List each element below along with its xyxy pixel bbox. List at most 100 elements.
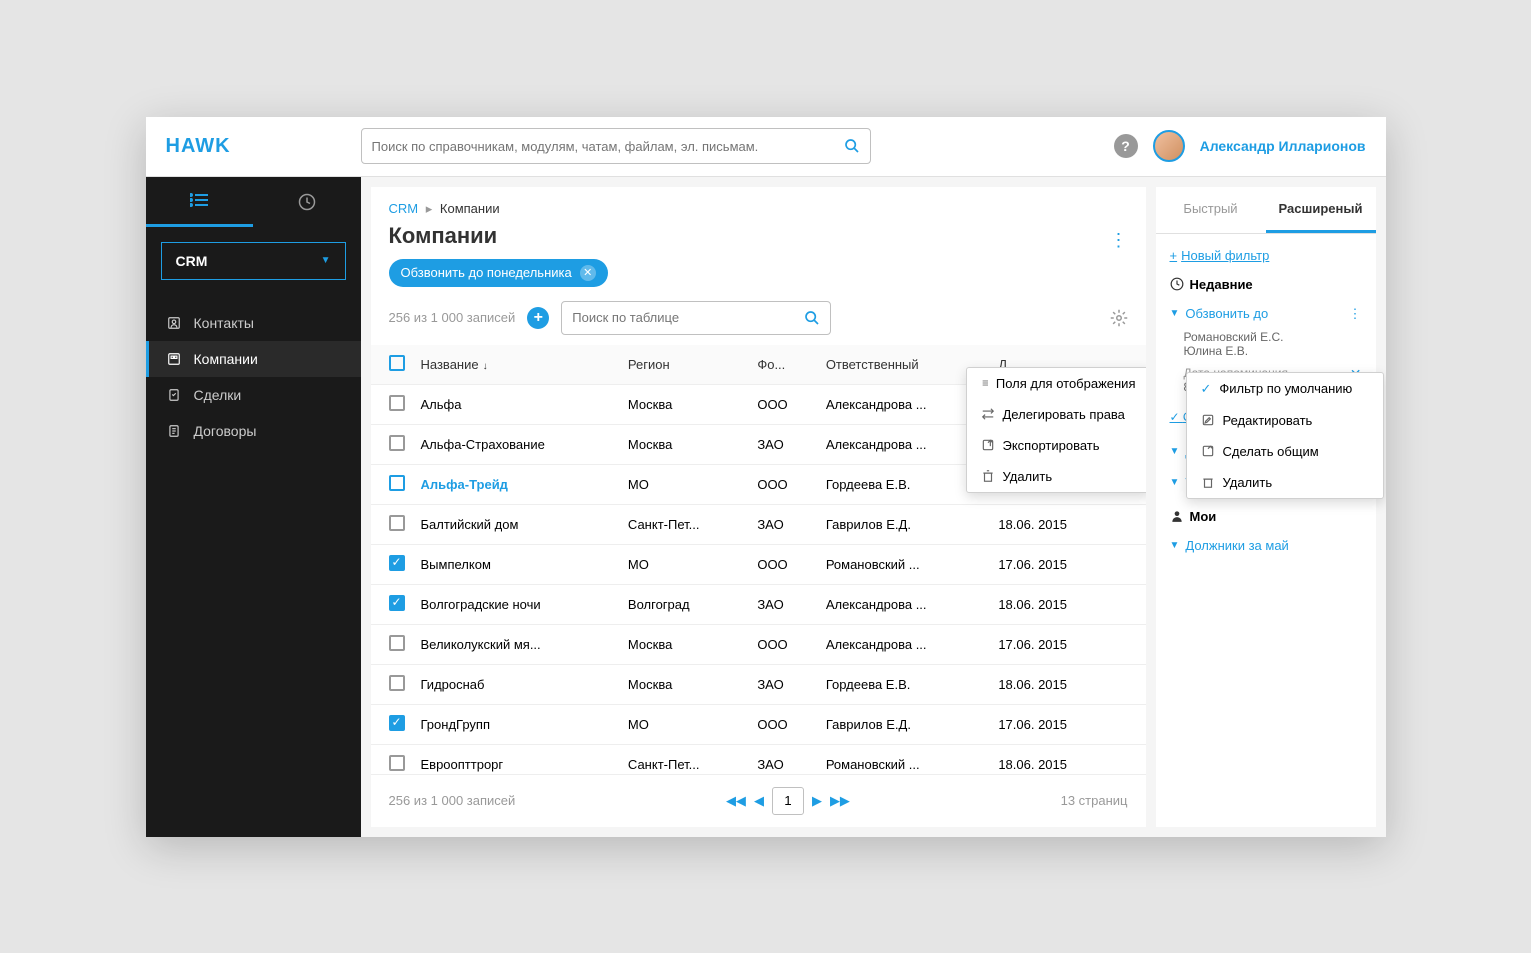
cell-region: МО [620, 544, 749, 584]
col-name[interactable]: Название↓ [413, 345, 620, 385]
cell-name: Гидроснаб [413, 664, 620, 704]
menu-share[interactable]: Сделать общим [1187, 436, 1383, 467]
menu-delegate[interactable]: Делегировать права [967, 399, 1146, 430]
cell-date: 17.06. 2015 [990, 544, 1115, 584]
table-row[interactable]: ГрондГрупп МО ООО Гаврилов Е.Д. 17.06. 2… [371, 704, 1146, 744]
tab-quick[interactable]: Быстрый [1156, 187, 1266, 233]
row-checkbox[interactable] [389, 395, 405, 411]
module-label: CRM [176, 253, 208, 269]
chevron-down-icon: ▼ [1170, 540, 1180, 551]
avatar[interactable] [1153, 130, 1185, 162]
content: CRM ▸ Компании Компании ⋮ Обзвонить до п… [371, 187, 1146, 827]
tab-extended[interactable]: Расширеный [1266, 187, 1376, 233]
menu-delete[interactable]: Удалить [967, 461, 1146, 492]
table-row[interactable]: Балтийский дом Санкт-Пет... ЗАО Гаврилов… [371, 504, 1146, 544]
cell-name: Альфа-Страхование [413, 424, 620, 464]
menu-fields[interactable]: Поля для отображения [967, 368, 1146, 399]
cell-form: ООО [749, 544, 817, 584]
cell-date: 17.06. 2015 [990, 704, 1115, 744]
row-checkbox[interactable] [389, 515, 405, 531]
sidebar: CRM ▼ Контакты Компании [146, 177, 361, 837]
header: HAWK ? Александр Илларионов [146, 117, 1386, 177]
cell-name: Балтийский дом [413, 504, 620, 544]
filter-more-icon[interactable]: ⋮ [1349, 306, 1362, 322]
filter-head[interactable]: ▼ Обзвонить до ⋮ [1170, 302, 1362, 326]
nav-label: Сделки [194, 387, 242, 403]
cell-name: ГрондГрупп [413, 704, 620, 744]
cell-region: Санкт-Пет... [620, 744, 749, 774]
table-row[interactable]: Евроопттрорг Санкт-Пет... ЗАО Романовски… [371, 744, 1146, 774]
page-input[interactable] [772, 787, 804, 815]
app-window: HAWK ? Александр Илларионов CRM [146, 117, 1386, 837]
breadcrumb-root[interactable]: CRM [389, 201, 419, 216]
row-checkbox[interactable] [389, 715, 405, 731]
row-checkbox[interactable] [389, 635, 405, 651]
menu-export[interactable]: Экспортировать [967, 430, 1146, 461]
col-region[interactable]: Регион [620, 345, 749, 385]
sidebar-tab-history[interactable] [253, 177, 361, 227]
table-search-input[interactable] [572, 310, 804, 325]
col-form[interactable]: Фо... [749, 345, 817, 385]
sidebar-tab-list[interactable] [146, 177, 254, 227]
first-page[interactable]: ◀◀ [726, 793, 746, 809]
menu-edit[interactable]: Редактировать [1187, 405, 1383, 436]
nav-companies[interactable]: Компании [146, 341, 361, 377]
nav-deals[interactable]: Сделки [146, 377, 361, 413]
table-row[interactable]: Великолукский мя... Москва ООО Александр… [371, 624, 1146, 664]
nav-label: Контакты [194, 315, 254, 331]
cell-region: Москва [620, 664, 749, 704]
module-select[interactable]: CRM ▼ [161, 242, 346, 280]
cell-name: Альфа-Трейд [413, 464, 620, 504]
col-responsible[interactable]: Ответственный [818, 345, 991, 385]
table-row[interactable]: Гидроснаб Москва ЗАО Гордеева Е.В. 18.06… [371, 664, 1146, 704]
cell-form: ООО [749, 624, 817, 664]
cell-form: ООО [749, 704, 817, 744]
menu-default-filter[interactable]: ✓Фильтр по умолчанию [1187, 373, 1383, 405]
cell-responsible: Гордеева Е.В. [818, 664, 991, 704]
chevron-down-icon: ▼ [321, 255, 331, 266]
logo: HAWK [166, 135, 361, 158]
last-page[interactable]: ▶▶ [830, 793, 850, 809]
cell-region: Санкт-Пет... [620, 504, 749, 544]
sort-icon: ↓ [483, 361, 488, 372]
sidebar-tabs [146, 177, 361, 227]
pagination: 256 из 1 000 записей ◀◀ ◀ ▶ ▶▶ 13 страни… [371, 774, 1146, 827]
pager: ◀◀ ◀ ▶ ▶▶ [726, 787, 850, 815]
main: CRM ▸ Компании Компании ⋮ Обзвонить до п… [361, 177, 1386, 837]
more-icon[interactable]: ⋮ [1092, 230, 1146, 251]
cell-form: ЗАО [749, 664, 817, 704]
cell-region: Москва [620, 424, 749, 464]
global-search[interactable] [361, 128, 871, 164]
nav-label: Компании [194, 351, 258, 367]
title-row: Компании ⋮ [371, 223, 1146, 259]
body: CRM ▼ Контакты Компании [146, 177, 1386, 837]
username[interactable]: Александр Илларионов [1200, 138, 1366, 154]
table-search[interactable] [561, 301, 831, 335]
row-checkbox[interactable] [389, 475, 405, 491]
breadcrumb-sep: ▸ [426, 201, 433, 216]
next-page[interactable]: ▶ [812, 793, 822, 809]
add-button[interactable]: + [527, 307, 549, 329]
menu-delete-filter[interactable]: Удалить [1187, 467, 1383, 498]
help-icon[interactable]: ? [1114, 134, 1138, 158]
nav-contracts[interactable]: Договоры [146, 413, 361, 449]
cell-form: ЗАО [749, 584, 817, 624]
new-filter-link[interactable]: + Новый фильтр [1170, 248, 1362, 263]
row-checkbox[interactable] [389, 555, 405, 571]
global-search-input[interactable] [372, 139, 844, 154]
table-row[interactable]: Вымпелком МО ООО Романовский ... 17.06. … [371, 544, 1146, 584]
cell-name: Великолукский мя... [413, 624, 620, 664]
row-checkbox[interactable] [389, 675, 405, 691]
cell-responsible: Романовский ... [818, 744, 991, 774]
gear-icon[interactable] [1110, 309, 1128, 327]
row-checkbox[interactable] [389, 435, 405, 451]
cell-region: МО [620, 464, 749, 504]
nav-contacts[interactable]: Контакты [146, 305, 361, 341]
filter-head[interactable]: ▼ Должники за май [1170, 534, 1362, 557]
row-checkbox[interactable] [389, 755, 405, 771]
table-row[interactable]: Волгоградские ночи Волгоград ЗАО Алексан… [371, 584, 1146, 624]
select-all-checkbox[interactable] [389, 355, 405, 371]
prev-page[interactable]: ◀ [754, 793, 764, 809]
chip-close-icon[interactable]: ✕ [580, 265, 596, 281]
row-checkbox[interactable] [389, 595, 405, 611]
